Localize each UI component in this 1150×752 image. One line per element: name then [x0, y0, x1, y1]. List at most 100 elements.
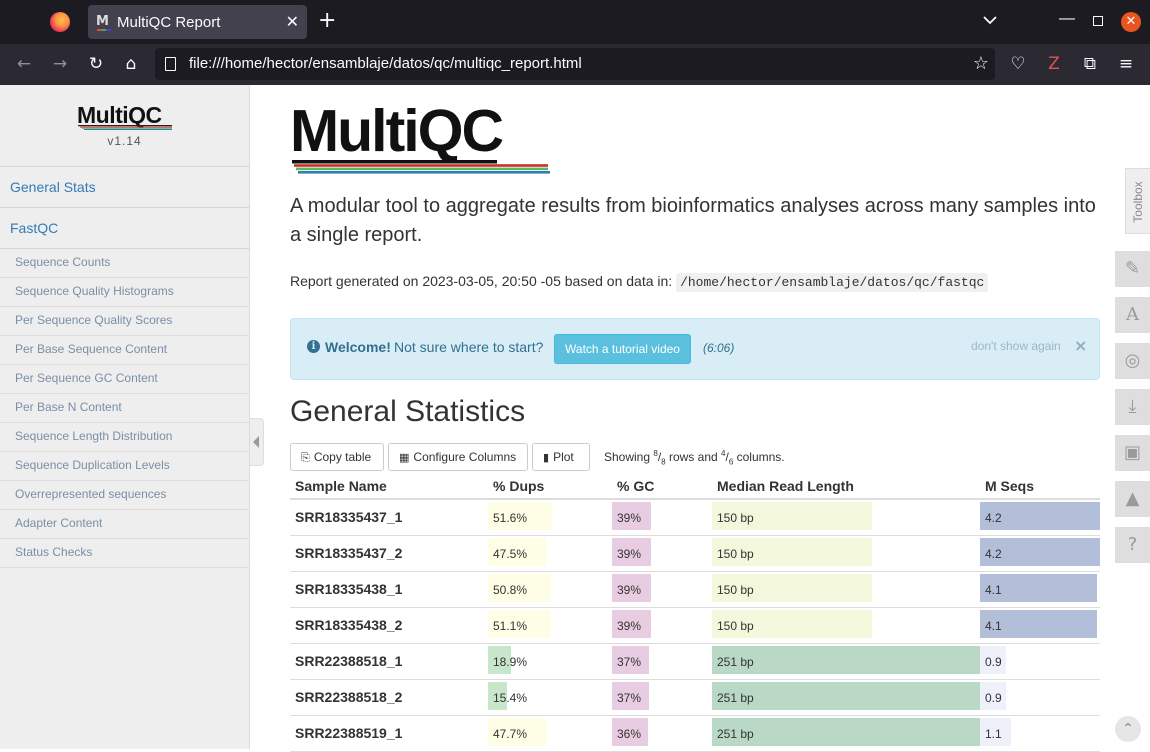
- welcome-alert: i Welcome! Not sure where to start? Watc…: [290, 318, 1100, 380]
- sidebar-subitem-sequence-duplication-levels[interactable]: Sequence Duplication Levels: [0, 452, 249, 481]
- list-all-tabs-icon[interactable]: [982, 12, 998, 28]
- report-main: MultiQC A modular tool to aggregate resu…: [250, 85, 1120, 752]
- multiqc-hero-logo: MultiQC: [290, 98, 552, 175]
- dups-value: 47.7%: [493, 726, 528, 741]
- app-menu-icon[interactable]: ≡: [1116, 54, 1136, 74]
- download-icon[interactable]: ⤓: [1115, 389, 1150, 425]
- dups-value: 50.8%: [493, 582, 528, 597]
- seqs-cell: 0.9: [980, 643, 1100, 680]
- gc-cell: 37%: [612, 679, 712, 716]
- sidebar-subitem-sequence-quality-histograms[interactable]: Sequence Quality Histograms: [0, 278, 249, 307]
- seqs-cell: 4.1: [980, 571, 1100, 608]
- seqs-value: 4.1: [985, 618, 1002, 633]
- info-circle-icon: i: [307, 340, 320, 353]
- window-maximize-icon[interactable]: [1093, 16, 1103, 26]
- column-header-m-seqs[interactable]: M Seqs: [980, 473, 1100, 500]
- copy-icon: ⎘: [301, 451, 310, 464]
- hero-logo-stripes: [292, 160, 550, 174]
- dont-show-again-link[interactable]: don't show again: [971, 339, 1061, 353]
- seqs-cell: 4.2: [980, 535, 1100, 572]
- hero-logo-text: MultiQC: [290, 98, 504, 164]
- report-generated-line: Report generated on 2023-03-05, 20:50 -0…: [290, 273, 989, 292]
- font-icon[interactable]: A: [1115, 297, 1150, 333]
- pocket-icon[interactable]: ♡: [1008, 54, 1028, 74]
- sidebar-logo[interactable]: MultiQC v1.14: [0, 85, 249, 167]
- sidebar-subitem-sequence-length-distribution[interactable]: Sequence Length Distribution: [0, 423, 249, 452]
- back-icon[interactable]: ←: [14, 54, 34, 74]
- len-value: 150 bp: [717, 618, 754, 633]
- table-row: SRR22388518_1 18.9% 37% 251 bp 0.9: [290, 643, 1100, 680]
- column-header-dups[interactable]: % Dups: [488, 473, 612, 500]
- column-header-sample-name[interactable]: Sample Name: [290, 473, 488, 500]
- bookmark-star-icon[interactable]: ☆: [973, 53, 989, 74]
- plot-button[interactable]: ▮ Plot: [532, 443, 590, 471]
- scroll-to-top-icon[interactable]: ⌃: [1115, 716, 1141, 742]
- sidebar-subitem-per-sequence-quality-scores[interactable]: Per Sequence Quality Scores: [0, 307, 249, 336]
- general-statistics-heading: General Statistics: [290, 395, 526, 428]
- len-value: 251 bp: [717, 726, 754, 741]
- tutorial-duration: (6:06): [703, 341, 735, 355]
- sidebar-item-fastqc[interactable]: FastQC: [0, 208, 249, 249]
- len-value: 251 bp: [717, 690, 754, 705]
- sidebar-subitem-per-sequence-gc-content[interactable]: Per Sequence GC Content: [0, 365, 249, 394]
- gc-cell: 39%: [612, 571, 712, 608]
- sidebar-subitem-adapter-content[interactable]: Adapter Content: [0, 510, 249, 539]
- report-data-path: /home/hector/ensamblaje/datos/qc/fastqc: [676, 273, 989, 292]
- browser-tab-bar: M MultiQC Report ✕ + — ✕: [0, 0, 1150, 44]
- extensions-icon[interactable]: ⧉: [1080, 54, 1100, 74]
- eye-slash-icon[interactable]: ◎: [1115, 343, 1150, 379]
- pin-icon[interactable]: ✎: [1115, 251, 1150, 287]
- seqs-value: 4.2: [985, 510, 1002, 525]
- watch-tutorial-button[interactable]: Watch a tutorial video: [554, 334, 691, 364]
- sidebar-subitem-status-checks[interactable]: Status Checks: [0, 539, 249, 568]
- tab-close-icon[interactable]: ✕: [286, 12, 299, 31]
- browser-tab-multiqc[interactable]: M MultiQC Report ✕: [88, 5, 307, 39]
- cols-word: columns.: [736, 450, 785, 464]
- extension-z-icon[interactable]: Z: [1044, 54, 1064, 74]
- url-bar[interactable]: file:///home/hector/ensamblaje/datos/qc/…: [155, 48, 995, 80]
- sidebar-subitem-per-base-sequence-content[interactable]: Per Base Sequence Content: [0, 336, 249, 365]
- window-minimize-icon[interactable]: —: [1059, 10, 1075, 28]
- new-tab-icon[interactable]: +: [318, 9, 336, 33]
- table-row: SRR22388518_2 15.4% 37% 251 bp 0.9: [290, 679, 1100, 716]
- save-icon[interactable]: ▣: [1115, 435, 1150, 471]
- sample-name-cell: SRR18335438_1: [290, 571, 488, 608]
- gc-value: 37%: [617, 654, 642, 669]
- configure-columns-button[interactable]: ▦ Configure Columns: [388, 443, 528, 471]
- len-value: 251 bp: [717, 654, 754, 669]
- dups-value: 15.4%: [493, 690, 528, 705]
- gc-value: 39%: [617, 510, 642, 525]
- dups-cell: 15.4%: [488, 679, 612, 716]
- help-icon[interactable]: ?: [1115, 527, 1150, 563]
- sidebar-subitem-overrepresented-sequences[interactable]: Overrepresented sequences: [0, 481, 249, 510]
- graduation-cap-icon[interactable]: ▲: [1115, 481, 1150, 517]
- page-icon: [165, 57, 176, 71]
- table-row: SRR18335438_1 50.8% 39% 150 bp 4.1: [290, 571, 1100, 608]
- forward-icon[interactable]: →: [50, 54, 70, 74]
- seqs-cell: 4.2: [980, 499, 1100, 536]
- column-header-gc[interactable]: % GC: [612, 473, 712, 500]
- sidebar-item-general-stats[interactable]: General Stats: [0, 167, 249, 208]
- copy-table-button[interactable]: ⎘ Copy table: [290, 443, 384, 471]
- sidebar-subitem-sequence-counts[interactable]: Sequence Counts: [0, 249, 249, 278]
- dups-cell: 51.6%: [488, 499, 612, 536]
- sidebar-subitem-per-base-n-content[interactable]: Per Base N Content: [0, 394, 249, 423]
- seqs-cell: 1.1: [980, 715, 1100, 752]
- sample-name-cell: SRR22388518_1: [290, 643, 488, 680]
- toolbox-toggle[interactable]: Toolbox: [1125, 168, 1150, 234]
- window-close-icon[interactable]: ✕: [1121, 12, 1141, 32]
- len-value: 150 bp: [717, 546, 754, 561]
- report-generated-text: Report generated on 2023-03-05, 20:50 -0…: [290, 273, 673, 289]
- seqs-value: 0.9: [985, 654, 1002, 669]
- close-welcome-icon[interactable]: ×: [1074, 336, 1087, 355]
- table-header-row: Sample Name% Dups% GC Median Read Length M…: [290, 473, 1100, 500]
- showing-prefix: Showing: [604, 450, 651, 464]
- table-row: SRR18335437_2 47.5% 39% 150 bp 4.2: [290, 535, 1100, 572]
- report-sidebar: MultiQC v1.14 General Stats FastQC Sequenc…: [0, 85, 250, 749]
- column-header-median-read-length[interactable]: Median Read Length: [712, 473, 980, 500]
- reload-icon[interactable]: ↻: [86, 54, 106, 74]
- url-text[interactable]: file:///home/hector/ensamblaje/datos/qc/…: [189, 55, 582, 72]
- home-icon[interactable]: ⌂: [121, 54, 141, 74]
- firefox-view-icon[interactable]: [50, 12, 70, 32]
- sample-name-cell: SRR22388519_1: [290, 715, 488, 752]
